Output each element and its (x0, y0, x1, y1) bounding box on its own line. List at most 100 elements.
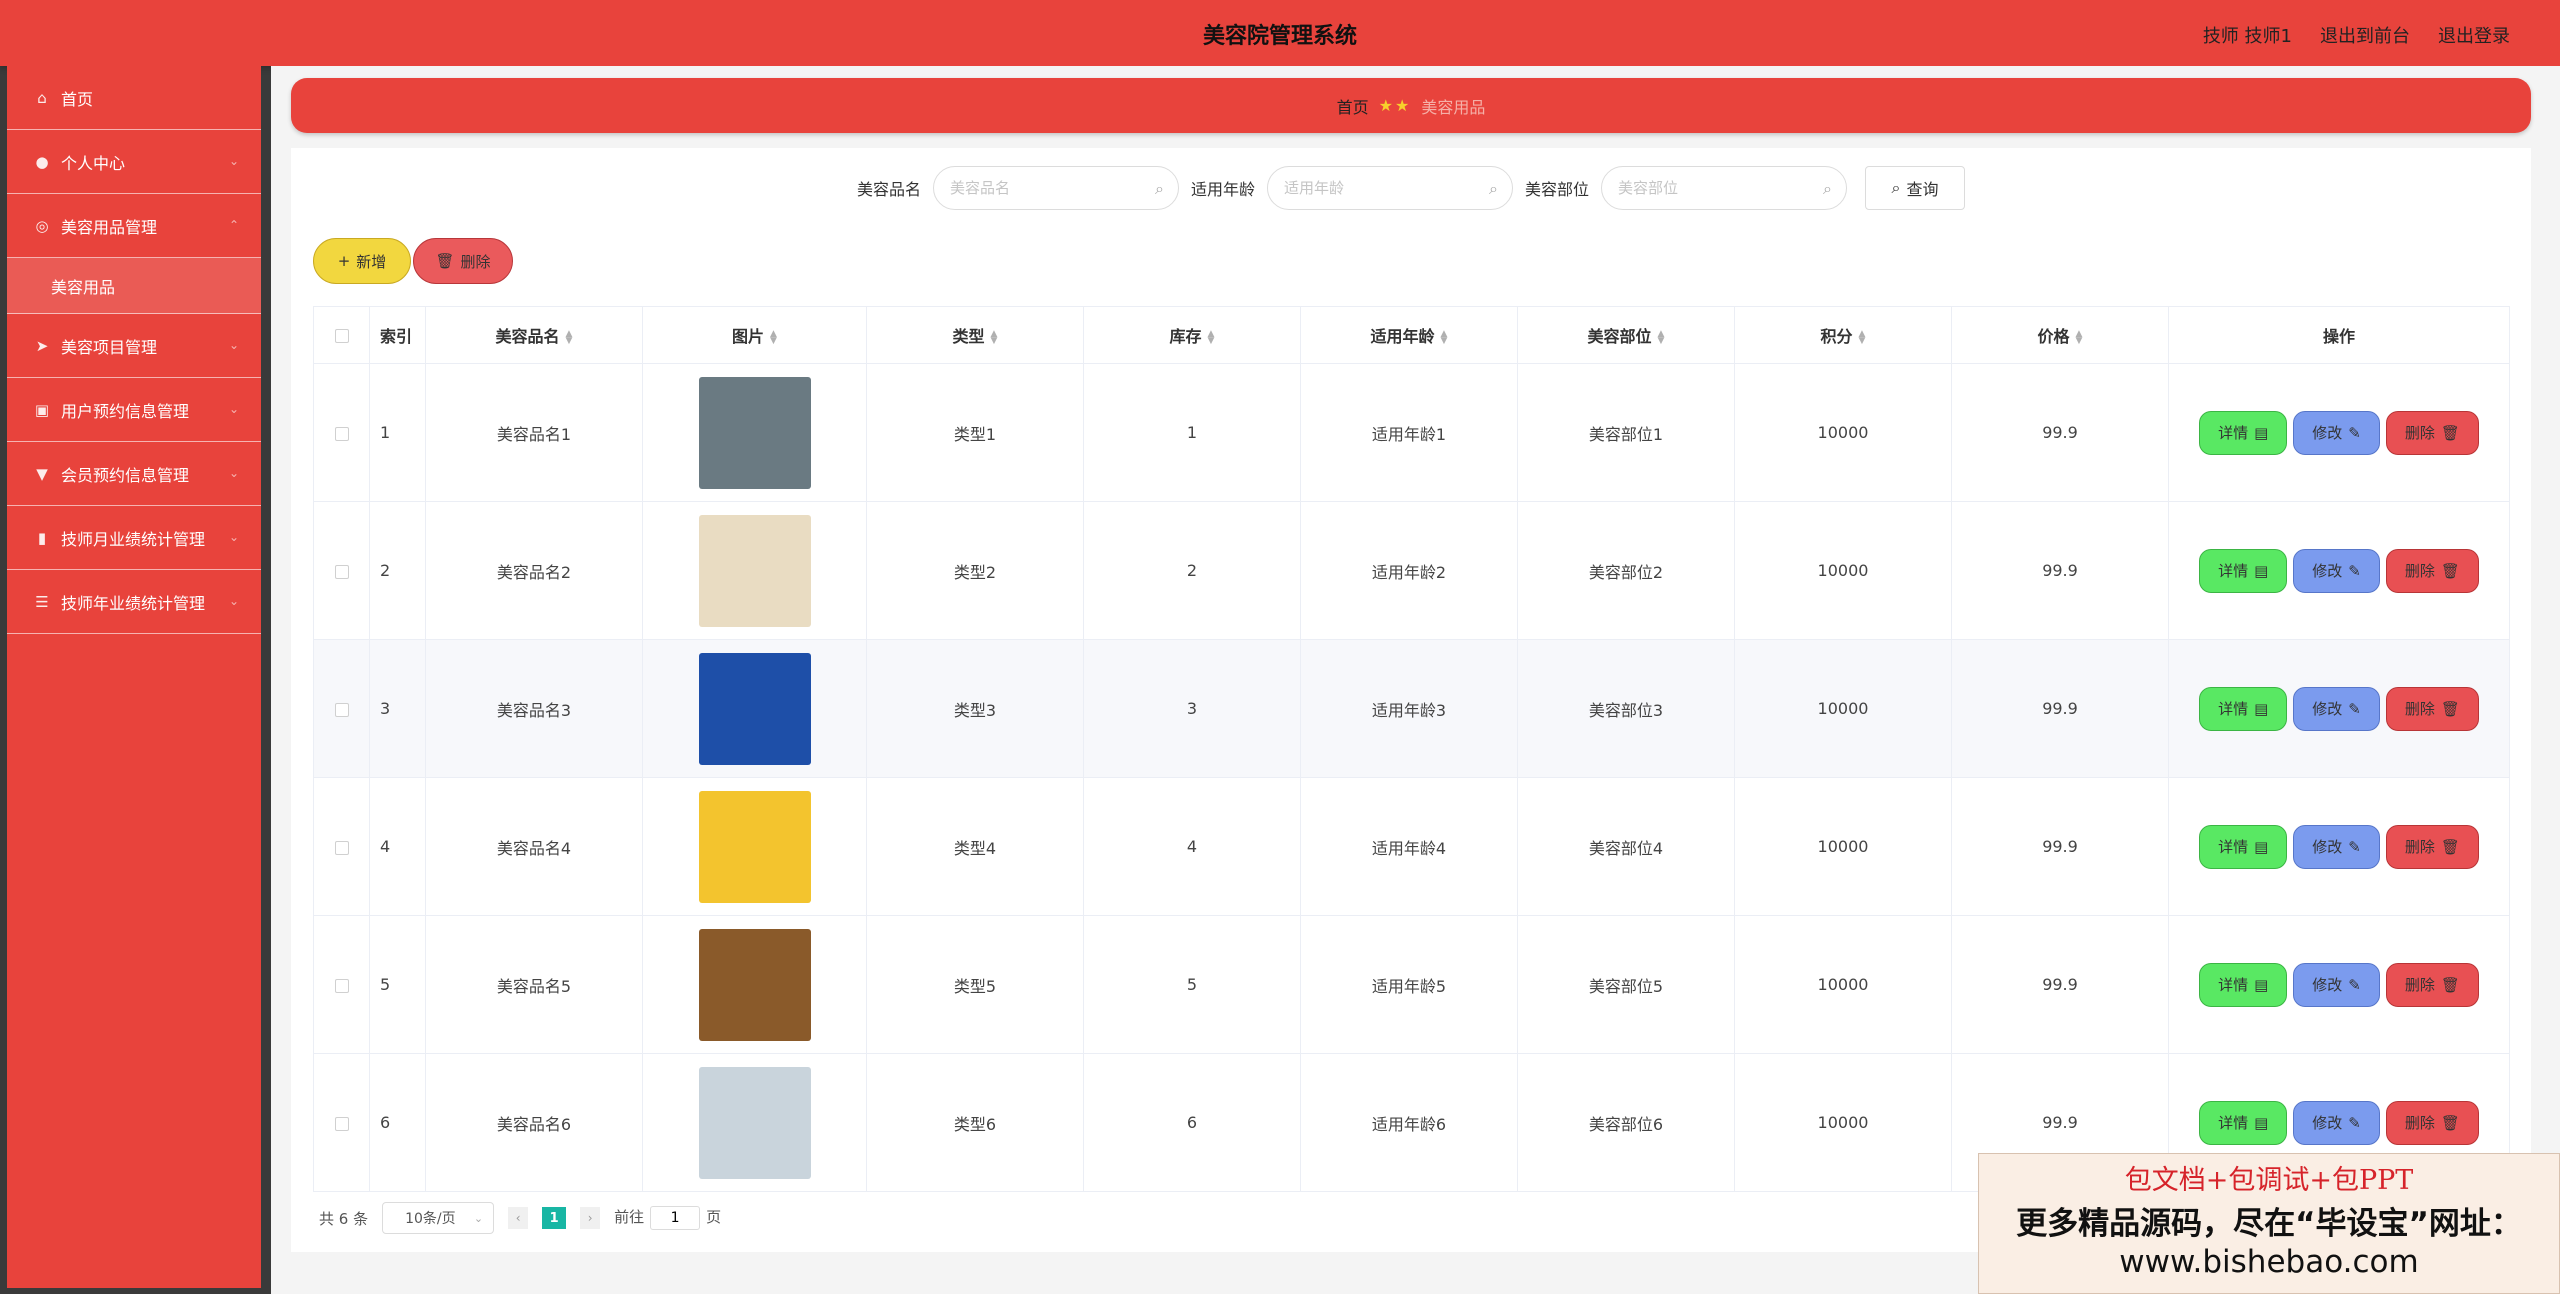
document-icon: ▤ (2254, 975, 2269, 994)
edit-button[interactable]: 修改 ✎ (2293, 686, 2380, 731)
col-price[interactable]: 价格 ▲ ▼ (1951, 306, 2169, 364)
current-user: 技师 技师1 (2202, 26, 2292, 47)
col-part[interactable]: 美容部位 ▲ ▼ (1517, 306, 1735, 364)
col-image-label: 图片 (732, 327, 765, 346)
sort-icon[interactable]: ▲ ▼ (1859, 329, 1866, 345)
cell-price: 99.9 (1951, 777, 2169, 916)
logout-link[interactable]: 退出登录 (2438, 22, 2510, 48)
cell-name: 美容品名1 (425, 363, 643, 502)
sidebar-item-month-stats[interactable]: ▮ 技师月业绩统计管理 ⌄ (7, 506, 261, 570)
cell-age: 适用年龄1 (1300, 363, 1518, 502)
trash-icon: 🗑 (2440, 423, 2460, 442)
delete-button[interactable]: 删除 🗑 (2385, 686, 2479, 731)
sidebar-item-member-booking[interactable]: ▼ 会员预约信息管理 ⌄ (7, 442, 261, 506)
sidebar-item-home[interactable]: ⌂ 首页 (7, 66, 261, 130)
cell-age: 适用年龄3 (1300, 639, 1518, 778)
detail-button[interactable]: 详情 ▤ (2199, 410, 2288, 455)
next-page-button[interactable]: › (580, 1207, 601, 1229)
col-stock[interactable]: 库存 ▲ ▼ (1083, 306, 1301, 364)
col-points[interactable]: 积分 ▲ ▼ (1734, 306, 1952, 364)
prev-page-button[interactable]: ‹ (508, 1207, 529, 1229)
detail-button[interactable]: 详情 ▤ (2199, 686, 2288, 731)
select-all-checkbox[interactable] (334, 329, 349, 343)
row-checkbox[interactable] (334, 564, 349, 579)
goto-page-input[interactable] (650, 1206, 701, 1230)
document-icon: ▤ (2254, 1113, 2269, 1132)
sidebar-item-label: 技师月业绩统计管理 (61, 529, 206, 549)
page-number-current[interactable]: 1 (542, 1207, 567, 1229)
chevron-down-icon: ⌄ (473, 1211, 484, 1225)
pencil-icon: ✎ (2348, 837, 2361, 856)
row-checkbox[interactable] (334, 426, 349, 441)
add-button[interactable]: + 新增 (313, 238, 411, 284)
header-links: 技师 技师1 退出到前台 退出登录 (2203, 22, 2510, 48)
col-type[interactable]: 类型 ▲ ▼ (866, 306, 1084, 364)
row-checkbox[interactable] (334, 978, 349, 993)
sidebar-item-projects-mgmt[interactable]: ➤ 美容项目管理 ⌄ (7, 314, 261, 378)
delete-button[interactable]: 删除 🗑 (2385, 824, 2479, 869)
query-button-label: 查询 (1906, 180, 1939, 199)
edit-button[interactable]: 修改 ✎ (2293, 548, 2380, 593)
part-search-input[interactable] (1618, 167, 1819, 209)
age-search-label: 适用年龄 (1190, 180, 1255, 199)
detail-button[interactable]: 详情 ▤ (2199, 548, 2288, 593)
name-search-input[interactable] (949, 167, 1150, 209)
edit-button[interactable]: 修改 ✎ (2293, 962, 2380, 1007)
sort-icon[interactable]: ▲ ▼ (1441, 329, 1448, 345)
edit-button[interactable]: 修改 ✎ (2293, 410, 2380, 455)
delete-button[interactable]: 删除 🗑 (2385, 410, 2479, 455)
cell-age: 适用年龄6 (1300, 1053, 1518, 1192)
cell-stock: 6 (1083, 1053, 1301, 1192)
cell-part: 美容部位5 (1517, 915, 1735, 1054)
chevron-down-icon: ⌄ (228, 338, 239, 352)
col-name[interactable]: 美容品名 ▲ ▼ (425, 306, 643, 364)
cell-price: 99.9 (1951, 639, 2169, 778)
batch-delete-button[interactable]: 🗑 删除 (413, 238, 513, 284)
sidebar-subitem-supplies[interactable]: 美容用品 (7, 258, 261, 314)
table-row: 4 美容品名4 类型4 4 适用年龄4 美容部位4 10000 99.9 详情 ▤ 修改 ✎ 删除 🗑 (313, 777, 2510, 916)
exit-to-frontend-link[interactable]: 退出到前台 (2320, 22, 2410, 48)
delete-button[interactable]: 删除 🗑 (2385, 548, 2479, 593)
sort-icon[interactable]: ▲ ▼ (2076, 329, 2083, 345)
edit-button[interactable]: 修改 ✎ (2293, 1100, 2380, 1145)
cell-index: 2 (369, 501, 426, 640)
sort-icon[interactable]: ▲ ▼ (566, 329, 573, 345)
age-search-input[interactable] (1284, 167, 1484, 209)
detail-button[interactable]: 详情 ▤ (2199, 962, 2288, 1007)
sidebar-item-personal[interactable]: ● 个人中心 ⌄ (7, 130, 261, 194)
edit-button-label: 修改 (2312, 424, 2343, 442)
row-checkbox[interactable] (334, 702, 349, 717)
sort-icon[interactable]: ▲ ▼ (991, 329, 998, 345)
sort-icon[interactable]: ▲ ▼ (1658, 329, 1665, 345)
cell-type: 类型4 (866, 777, 1084, 916)
row-select-cell (313, 777, 370, 916)
sidebar-item-year-stats[interactable]: ☰ 技师年业绩统计管理 ⌄ (7, 570, 261, 634)
part-search-label: 美容部位 (1525, 180, 1590, 199)
delete-button[interactable]: 删除 🗑 (2385, 962, 2479, 1007)
cell-image (642, 363, 867, 502)
page-size-select[interactable]: 10条/页 ⌄ (382, 1202, 495, 1234)
sort-icon[interactable]: ▲ ▼ (770, 329, 777, 345)
col-age[interactable]: 适用年龄 ▲ ▼ (1300, 306, 1518, 364)
row-checkbox[interactable] (334, 840, 349, 855)
edit-button[interactable]: 修改 ✎ (2293, 824, 2380, 869)
sidebar-item-label: 个人中心 (61, 153, 126, 173)
sidebar-item-supplies-mgmt[interactable]: ◎ 美容用品管理 ⌃ (7, 194, 261, 258)
top-bar: 美容院管理系统 技师 技师1 退出到前台 退出登录 (0, 0, 2560, 66)
col-image[interactable]: 图片 ▲ ▼ (642, 306, 867, 364)
sort-icon[interactable]: ▲ ▼ (1208, 329, 1215, 345)
trash-icon: 🗑 (2440, 1113, 2460, 1132)
search-icon: ⌕ (1489, 179, 1498, 198)
query-button[interactable]: ⌕ 查询 (1865, 166, 1966, 210)
sidebar-item-label: 首页 (61, 89, 94, 109)
breadcrumb-current: 美容用品 (1421, 97, 1486, 117)
detail-button[interactable]: 详情 ▤ (2199, 1100, 2288, 1145)
detail-button[interactable]: 详情 ▤ (2199, 824, 2288, 869)
sidebar-item-user-booking[interactable]: ▣ 用户预约信息管理 ⌄ (7, 378, 261, 442)
row-checkbox[interactable] (334, 1116, 349, 1131)
search-bar: 美容品名 ⌕ 适用年龄 ⌕ 美容部位 ⌕ ⌕ 查询 (291, 166, 2531, 210)
cell-name: 美容品名4 (425, 777, 643, 916)
breadcrumb-home[interactable]: 首页 (1337, 94, 1369, 118)
delete-button[interactable]: 删除 🗑 (2385, 1100, 2479, 1145)
cell-type: 类型2 (866, 501, 1084, 640)
